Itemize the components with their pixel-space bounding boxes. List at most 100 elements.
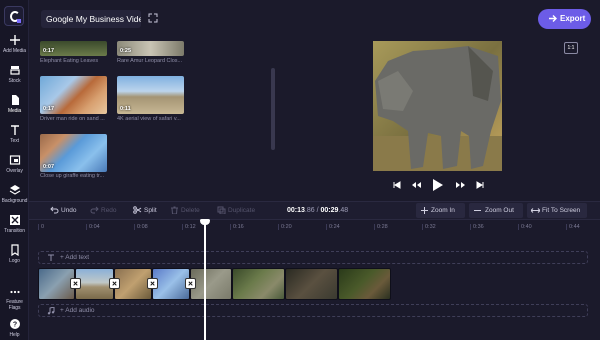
thumb-caption: Elephant Eating Leaves	[40, 58, 99, 64]
export-icon	[549, 15, 557, 22]
text-icon	[48, 254, 54, 261]
sidebar-item-text[interactable]: Text	[0, 124, 29, 144]
sidebar-item-help[interactable]: ? Help	[0, 318, 29, 338]
fast-forward-icon[interactable]	[456, 181, 465, 189]
ruler-tick: 0:08	[134, 224, 148, 230]
stock-icon	[9, 66, 20, 75]
overlay-icon	[9, 155, 20, 165]
zoom-in-button[interactable]: Zoom In	[416, 203, 465, 218]
ruler-tick: 0:20	[278, 224, 292, 230]
split-label: Split	[144, 207, 157, 214]
add-audio-label: + Add audio	[60, 307, 95, 314]
add-text-label: + Add text	[60, 254, 90, 261]
undo-button[interactable]: Undo	[50, 206, 77, 214]
library-scrollbar[interactable]	[271, 68, 275, 150]
thumb-duration: 0:07	[43, 164, 55, 170]
total-time-ms: .48	[338, 207, 349, 214]
svg-text:?: ?	[12, 322, 16, 329]
sidebar-item-label: Stock	[8, 78, 21, 84]
play-icon[interactable]	[432, 179, 443, 191]
sidebar-item-label: Logo	[9, 258, 20, 264]
project-title-field[interactable]: Google My Business Video	[41, 10, 141, 28]
background-icon	[9, 185, 20, 195]
preview-frame	[373, 41, 502, 171]
media-thumbnail[interactable]: 0:17	[40, 41, 107, 56]
video-clip[interactable]	[285, 268, 338, 300]
logo-icon	[10, 244, 19, 256]
ruler-tick: 0:16	[230, 224, 244, 230]
expand-icon[interactable]	[148, 13, 158, 23]
video-clip[interactable]	[190, 268, 232, 300]
export-button[interactable]: Export	[538, 9, 591, 29]
media-thumbnail[interactable]: 0:07	[40, 134, 107, 172]
duplicate-button[interactable]: Duplicate	[217, 206, 256, 214]
sidebar-item-label: Help	[9, 332, 20, 338]
skip-back-icon[interactable]	[393, 181, 401, 189]
audio-track[interactable]: + Add audio	[38, 304, 588, 317]
ruler-tick: 0:04	[86, 224, 100, 230]
timeline-ruler[interactable]: 0 0:04 0:08 0:12 0:16 0:20 0:24 0:28 0:3…	[29, 221, 600, 235]
sidebar-item-stock[interactable]: Stock	[0, 64, 29, 84]
skip-forward-icon[interactable]	[476, 181, 484, 189]
duplicate-label: Duplicate	[228, 207, 256, 214]
media-thumbnail[interactable]: 0:11	[117, 76, 184, 114]
redo-button[interactable]: Redo	[90, 206, 117, 214]
transition-icon	[9, 215, 20, 225]
minus-icon	[474, 210, 481, 211]
scissors-icon	[133, 206, 142, 214]
ruler-tick: 0:28	[374, 224, 388, 230]
ruler-tick: 0:12	[182, 224, 196, 230]
zoom-out-button[interactable]: Zoom Out	[469, 203, 523, 218]
ruler-tick: 0:36	[470, 224, 484, 230]
current-time-ms: .86	[304, 207, 315, 214]
transition-icon[interactable]	[185, 278, 196, 289]
sidebar-item-media[interactable]: Media	[0, 94, 29, 114]
clipchamp-logo[interactable]	[4, 6, 24, 26]
transition-icon[interactable]	[70, 278, 81, 289]
thumb-caption: Driver man ride on sand ...	[40, 116, 105, 122]
thumb-duration: 0:17	[43, 106, 55, 112]
playhead[interactable]	[204, 221, 206, 340]
media-thumbnail[interactable]: 0:25	[117, 41, 184, 56]
transition-icon[interactable]	[109, 278, 120, 289]
transition-icon[interactable]	[147, 278, 158, 289]
more-icon	[9, 290, 20, 294]
video-clip[interactable]	[232, 268, 285, 300]
sidebar-item-add-media[interactable]: Add Media	[0, 34, 29, 54]
delete-button[interactable]: Delete	[171, 206, 200, 214]
text-track[interactable]: + Add text	[38, 251, 588, 264]
video-clip[interactable]	[338, 268, 391, 300]
trash-icon	[171, 206, 178, 214]
left-sidebar: Add Media Stock Media Text Overlay Backg…	[0, 0, 29, 340]
plus-icon	[9, 35, 20, 45]
thumb-duration: 0:17	[43, 48, 55, 54]
media-thumbnail[interactable]: 0:17	[40, 76, 107, 114]
thumb-caption: 4K aerial view of safari v...	[117, 116, 181, 122]
sidebar-item-transition[interactable]: Transition	[0, 214, 29, 234]
sidebar-item-overlay[interactable]: Overlay	[0, 154, 29, 174]
total-time: 00:29	[320, 207, 339, 214]
split-button[interactable]: Split	[133, 206, 157, 214]
fit-to-screen-label: Fit To Screen	[542, 207, 581, 214]
sidebar-item-feature-flags[interactable]: Feature Flags	[0, 286, 29, 311]
sidebar-item-label: Overlay	[6, 168, 23, 174]
redo-icon	[90, 206, 99, 214]
timecode: 00:13.86 / 00:29.48	[287, 207, 348, 214]
export-label: Export	[560, 14, 586, 23]
video-preview[interactable]	[373, 41, 502, 171]
aspect-ratio-button[interactable]: 1:1	[564, 42, 578, 54]
sidebar-item-background[interactable]: Background	[0, 184, 29, 204]
ruler-tick: 0	[37, 224, 45, 230]
rewind-icon[interactable]	[412, 181, 421, 189]
sidebar-item-label: Transition	[4, 228, 25, 234]
sidebar-item-label: Feature Flags	[6, 299, 23, 311]
sidebar-item-label: Background	[1, 198, 28, 204]
music-icon	[47, 307, 55, 315]
sidebar-item-label: Media	[7, 108, 22, 114]
thumb-caption: Close up giraffe eating tr...	[40, 173, 105, 179]
ruler-tick: 0:24	[326, 224, 340, 230]
project-title: Google My Business Video	[46, 14, 141, 24]
fit-to-screen-button[interactable]: Fit To Screen	[527, 203, 587, 218]
undo-icon	[50, 206, 59, 214]
sidebar-item-logo[interactable]: Logo	[0, 244, 29, 264]
